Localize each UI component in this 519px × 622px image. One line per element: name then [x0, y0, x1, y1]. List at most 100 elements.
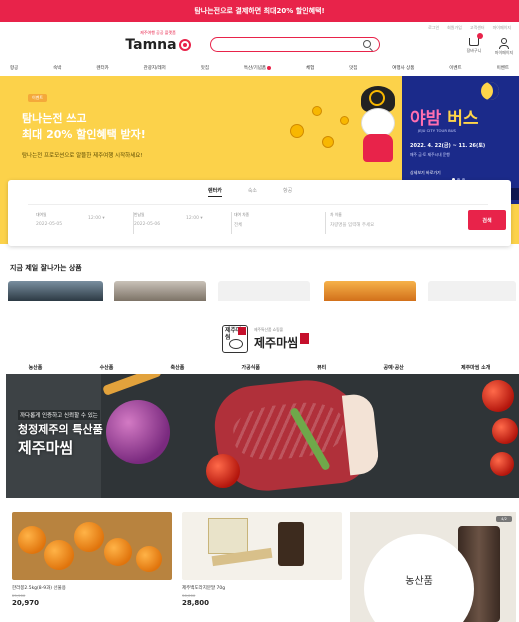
tab-flight[interactable]: 항공 [283, 187, 292, 197]
cart-icon [469, 33, 483, 46]
car-type-field[interactable]: 대여 차종 전체 [234, 212, 326, 234]
product-thumbnail[interactable] [428, 281, 516, 301]
car-name-label: 차 이름 [330, 212, 342, 217]
pickup-time-field[interactable]: 12:00 ▾ [88, 212, 134, 234]
booking-divider [28, 204, 488, 205]
tomato-image [490, 452, 514, 476]
night-bus-place: 매주 금·토 제주시내 운행 [410, 152, 450, 157]
nav-item-goods[interactable]: 특산/기념품 [244, 65, 272, 71]
tab-stay[interactable]: 숙소 [248, 187, 257, 197]
car-type-value: 전체 [234, 223, 243, 228]
util-help-link[interactable]: 고객센터 [470, 25, 485, 31]
cart-badge [477, 33, 483, 39]
return-date-label: 반납일 [134, 212, 145, 217]
logo-text: Tamna [125, 37, 177, 53]
util-mypage-link[interactable]: 마이페이지 [493, 25, 511, 31]
jm-brand: 제주특산품 쇼핑몰 제주마씸 [254, 327, 310, 352]
red-mark-icon [300, 332, 310, 344]
return-date-field[interactable]: 반납일 2022-05-06 [134, 212, 182, 234]
promo-banner[interactable]: 탐나는전으로 결제하면 최대20% 할인혜택! [0, 0, 519, 22]
night-bus-title: 야밤 버스 [410, 104, 478, 129]
jm-nav-beauty[interactable]: 뷰티 [317, 364, 326, 371]
section-title: 지금 제일 잘나가는 상품 [10, 264, 82, 272]
mypage-button[interactable]: 마이페이지 [490, 38, 518, 56]
cart-button[interactable]: 장바구니 [460, 33, 488, 54]
night-bus-more-link[interactable]: 상세보기 바로가기 [410, 170, 441, 176]
new-dot-icon [267, 65, 272, 70]
jm-nav-processed[interactable]: 가공식품 [242, 364, 260, 371]
category-card-agri[interactable]: 농산품 4/2 [350, 512, 516, 622]
product-card[interactable]: 한라봉2.5kg(8-9과) 선물용 25,900 20,970 [12, 512, 172, 607]
jm-nav-craft[interactable]: 공예·공산 [383, 364, 403, 371]
user-body-icon [499, 45, 509, 49]
slide-counter: 4/2 [496, 516, 512, 522]
jm-nav-about[interactable]: 제주마씸 소개 [461, 364, 490, 371]
tomato-image [492, 418, 518, 444]
night-bus-title-b: 버스 [447, 109, 479, 129]
night-bus-subtitle: JEJU CITY TOUR BUS [418, 128, 456, 133]
moon-icon [481, 82, 499, 100]
jm-hero-title2: 제주마씸 [18, 439, 74, 457]
coin-icon [322, 136, 334, 148]
return-date-value: 2022-05-06 [134, 222, 161, 227]
product-thumbnail[interactable] [8, 281, 103, 301]
product-original-price: 36,000 [182, 593, 196, 598]
product-thumbnail[interactable] [114, 281, 206, 301]
nav-item-agency[interactable]: 여행사 상품 [392, 65, 414, 71]
jm-title-text: 제주마씸 [254, 335, 299, 350]
logo-circle-icon [178, 39, 191, 51]
product-original-price: 25,900 [12, 593, 26, 598]
hero-badge: 이벤트 [28, 94, 48, 102]
tab-rentcar[interactable]: 렌터카 [208, 187, 222, 197]
hero-subtitle: 탐나는전 프로모션으로 알뜰한 제주여행 시작하세요! [22, 153, 143, 159]
tomato-image [482, 380, 514, 412]
cart-label: 장바구니 [466, 48, 482, 53]
product-thumbnail[interactable] [218, 281, 310, 301]
tamnao-logo[interactable]: 제주여행 공공 플랫폼 Tamna [118, 30, 198, 62]
seal-icon: 제주마씸 [222, 325, 248, 353]
pickup-date-field[interactable]: 대여일 2022-05-05 [36, 212, 84, 234]
nav-item-rentcar[interactable]: 렌터카 [96, 65, 108, 71]
nav-item-food[interactable]: 맛집 [201, 65, 209, 71]
jeju-massim-logo[interactable]: 제주마씸 제주특산품 쇼핑몰 제주마씸 [222, 323, 330, 355]
product-card[interactable]: 제주백도라지분말 70g 36,000 28,800 [182, 512, 342, 607]
logo-wordmark: Tamna [118, 37, 198, 53]
search-input[interactable] [211, 46, 361, 58]
onion-image [106, 400, 170, 464]
pickup-time-text: 12:00 [88, 216, 101, 221]
nav-item-restaurant[interactable]: 맛집 [349, 65, 357, 71]
promo-text: 탐나는전으로 결제하면 최대20% 할인혜택! [194, 7, 325, 15]
car-name-input[interactable]: 차량명을 입력해 주세요 [330, 222, 460, 228]
nav-item-event[interactable]: 이벤트 [449, 65, 461, 71]
search-bar[interactable] [210, 37, 380, 58]
search-button[interactable]: 검색 [468, 210, 506, 230]
util-signup-link[interactable]: 회원가입 [447, 25, 462, 31]
booking-panel: 렌터카 숙소 항공 대여일 2022-05-05 12:00 ▾ 반납일 202… [8, 180, 511, 246]
product-thumbnail[interactable] [324, 281, 416, 301]
return-time-value: 12:00 ▾ [186, 216, 203, 221]
return-time-field[interactable]: 12:00 ▾ [186, 212, 232, 234]
car-type-label: 대여 차종 [234, 212, 250, 217]
jm-nav-agri[interactable]: 농산품 [29, 364, 43, 371]
util-login-link[interactable]: 로그인 [428, 25, 439, 31]
jm-nav-livestock[interactable]: 축산품 [171, 364, 185, 371]
mascot-illustration [355, 86, 403, 166]
nav-item-experience[interactable]: 체험 [306, 65, 314, 71]
category-label: 농산품 [405, 575, 433, 587]
pickup-time-value: 12:00 ▾ [88, 216, 105, 221]
mypage-label: 마이페이지 [494, 50, 514, 55]
jm-nav-fishery[interactable]: 수산품 [100, 364, 114, 371]
nav-item-tour[interactable]: 관광지/레저 [144, 65, 166, 71]
coin-icon [312, 106, 322, 116]
nav-item-event-2[interactable]: 이벤트 [497, 65, 509, 71]
night-bus-title-a: 야밤 [410, 109, 442, 129]
bellflower-powder-image [182, 512, 342, 580]
main-nav: 항공 숙박 렌터카 관광지/레저 맛집 특산/기념품 체험 맛집 여행사 상품 … [0, 62, 519, 74]
jm-hero-banner[interactable]: 까다롭게 인증하고 신뢰할 수 있는 청정제주의 특산품 제주마씸 [6, 374, 519, 498]
nav-item-stay[interactable]: 숙박 [53, 65, 61, 71]
night-bus-date: 2022. 4. 22(금) ~ 11. 26(토) [410, 143, 486, 149]
product-name: 제주백도라지분말 70g [182, 586, 226, 591]
nav-item-flight[interactable]: 항공 [10, 65, 18, 71]
search-icon[interactable] [363, 40, 371, 48]
car-name-field[interactable]: 차 이름 차량명을 입력해 주세요 [330, 212, 460, 234]
